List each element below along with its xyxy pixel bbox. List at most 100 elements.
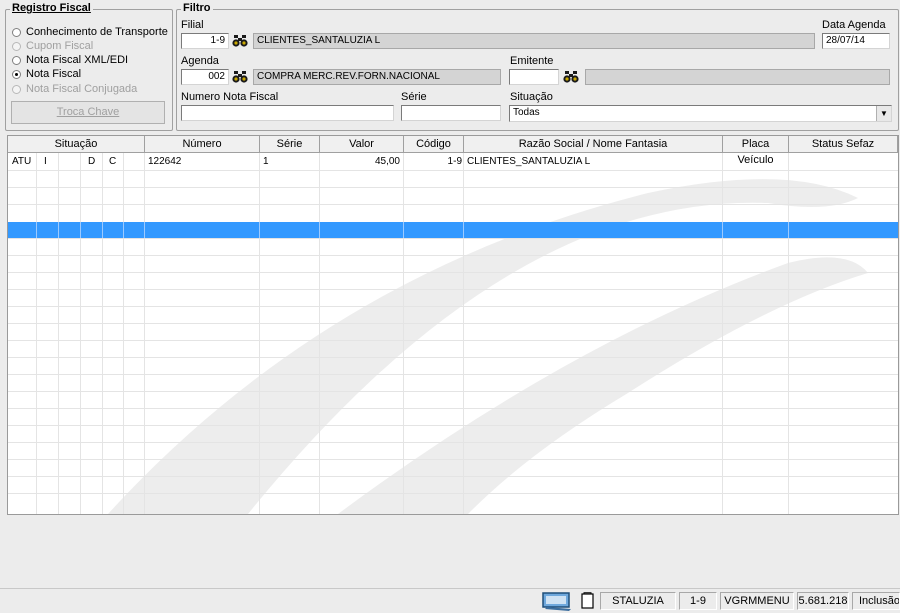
situacao-value: Todas — [513, 107, 540, 118]
cell-valor: 45,00 — [374, 156, 400, 167]
troca-chave-label: Troca Chave — [56, 106, 120, 118]
binoculars-icon[interactable] — [232, 34, 248, 48]
numero-nf-field[interactable] — [181, 105, 394, 121]
grid-line — [8, 323, 898, 324]
radio-dot — [12, 27, 21, 37]
grid-line — [8, 187, 898, 188]
grid-line — [8, 493, 898, 494]
column-header-status-sefaz[interactable]: Status Sefaz — [789, 136, 898, 153]
grid-line — [8, 255, 898, 256]
grid-line — [8, 170, 898, 171]
filial-label: Filial — [181, 19, 204, 31]
selected-row[interactable] — [8, 222, 898, 238]
grid-line — [8, 289, 898, 290]
serie-label: Série — [401, 91, 427, 103]
radio-dot — [12, 84, 21, 94]
binoculars-icon[interactable] — [563, 70, 579, 84]
cell-situacao-5: C — [109, 156, 117, 167]
grid-line — [8, 374, 898, 375]
column-header-valor[interactable]: Valor — [320, 136, 404, 153]
agenda-desc-field: COMPRA MERC.REV.FORN.NACIONAL — [253, 69, 501, 85]
radio-label: Nota Fiscal — [26, 68, 82, 80]
chevron-down-icon[interactable]: ▼ — [876, 106, 891, 121]
serie-field[interactable] — [401, 105, 501, 121]
emitente-name-field — [585, 69, 890, 85]
column-header-codigo[interactable]: Código — [404, 136, 464, 153]
grid-line — [788, 222, 789, 238]
filial-name-field: CLIENTES_SANTALUZIA L — [253, 33, 815, 49]
situacao-select[interactable]: Todas ▼ — [509, 105, 892, 122]
radio-nota-fiscal-conjugada[interactable]: Nota Fiscal Conjugada — [12, 82, 137, 96]
binoculars-icon[interactable] — [232, 70, 248, 84]
grid-line — [8, 340, 898, 341]
status-bar: STALUZIA 1-9 VGRMMENU 5.681.218 Inclusão — [0, 588, 900, 613]
cell-numero: 122642 — [148, 156, 182, 167]
agenda-label: Agenda — [181, 55, 219, 67]
data-agenda-label: Data Agenda — [822, 19, 886, 31]
status-mode: Inclusão — [852, 592, 900, 610]
status-filial: 1-9 — [679, 592, 717, 610]
radio-dot-selected — [12, 69, 21, 79]
troca-chave-button[interactable]: Troca Chave — [11, 101, 165, 124]
grid-line — [8, 204, 898, 205]
filtro-title: Filtro — [181, 2, 213, 14]
agenda-code-field[interactable]: 002 — [181, 69, 229, 85]
grid-line — [80, 222, 81, 238]
grid-line — [8, 408, 898, 409]
radio-cupom-fiscal[interactable]: Cupom Fiscal — [12, 39, 93, 53]
status-module: VGRMMENU — [720, 592, 794, 610]
emitente-label: Emitente — [510, 55, 554, 67]
grid-line — [463, 222, 464, 238]
status-user: STALUZIA — [600, 592, 676, 610]
numero-nf-label: Numero Nota Fiscal — [181, 91, 279, 103]
cell-situacao-2: I — [44, 156, 47, 167]
radio-nota-fiscal[interactable]: Nota Fiscal — [12, 67, 81, 81]
radio-conhecimento-transporte[interactable]: Conhecimento de Transporte — [12, 25, 168, 39]
grid-line — [8, 272, 898, 273]
grid-line — [102, 222, 103, 238]
grid-line — [36, 222, 37, 238]
radio-label: Nota Fiscal XML/EDI — [26, 54, 129, 66]
grid-line — [8, 459, 898, 460]
radio-label: Cupom Fiscal — [26, 40, 94, 52]
grid-line — [403, 222, 404, 238]
cell-situacao-4: D — [88, 156, 96, 167]
grid-line — [259, 222, 260, 238]
grid-line — [722, 222, 723, 238]
filial-code-field[interactable]: 1-9 — [181, 33, 229, 49]
computer-icon[interactable] — [541, 591, 575, 611]
document-icon[interactable] — [580, 592, 596, 610]
data-agenda-field[interactable]: 28/07/14 — [822, 33, 890, 49]
radio-dot — [12, 55, 21, 65]
cell-serie: 1 — [263, 156, 269, 167]
grid-line — [8, 306, 898, 307]
radio-dot — [12, 41, 21, 51]
column-header-placa-veiculo[interactable]: Placa Veículo — [723, 136, 789, 166]
grid-line — [8, 476, 898, 477]
grid-line — [8, 442, 898, 443]
grid-line — [319, 222, 320, 238]
registro-fiscal-group: Registro Fiscal Conhecimento de Transpor… — [5, 2, 173, 131]
grid-line — [144, 222, 145, 238]
grid-line — [8, 238, 898, 239]
cell-razao-social: CLIENTES_SANTALUZIA L — [467, 156, 591, 167]
column-header-razao-social[interactable]: Razão Social / Nome Fantasia — [464, 136, 723, 153]
column-header-numero[interactable]: Número — [145, 136, 260, 153]
grid-line — [8, 391, 898, 392]
radio-label: Nota Fiscal Conjugada — [26, 83, 138, 95]
cell-codigo: 1-9 — [447, 156, 462, 167]
registro-fiscal-title: Registro Fiscal — [10, 2, 93, 14]
table-row[interactable]: ATU I D C 122642 1 45,00 1-9 CLIENTES_SA… — [8, 154, 898, 170]
column-header-serie[interactable]: Série — [260, 136, 320, 153]
radio-nota-fiscal-xml-edi[interactable]: Nota Fiscal XML/EDI — [12, 53, 128, 67]
grid-line — [123, 222, 124, 238]
cell-situacao-1: ATU — [12, 156, 32, 167]
radio-label: Conhecimento de Transporte — [26, 26, 168, 38]
column-header-situacao[interactable]: Situação — [8, 136, 145, 153]
grid-line — [8, 425, 898, 426]
status-version: 5.681.218 — [797, 592, 849, 610]
notas-grid[interactable]: Situação Número Série Valor Código Razão… — [7, 135, 899, 515]
grid-line — [8, 357, 898, 358]
emitente-code-field[interactable] — [509, 69, 559, 85]
grid-line — [58, 222, 59, 238]
